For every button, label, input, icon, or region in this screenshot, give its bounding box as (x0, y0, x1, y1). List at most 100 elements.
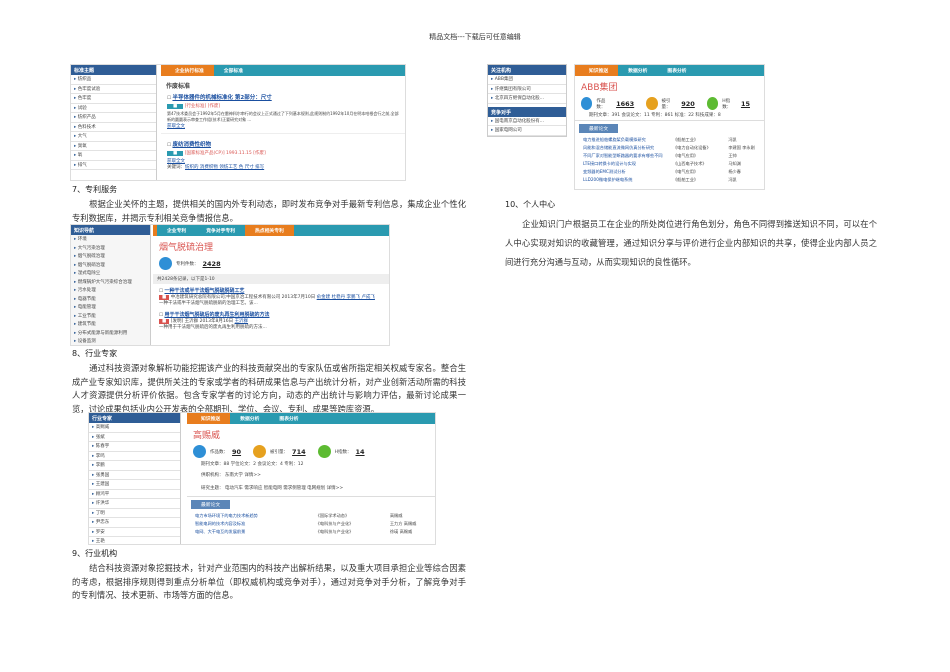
sidebar-item[interactable]: 高赐威 (89, 423, 180, 433)
tab-all-standards[interactable]: 全部标准 (214, 65, 253, 76)
paper-row: LTE接口转换卡的设计与实现 《山西电子技术》 马知渊 (575, 160, 764, 168)
sidebar-item[interactable]: 丁明 (89, 509, 180, 518)
paper-row: 电力推进船舶螺旋桨负载模拟研究 《船舶工业》 冯凯 (575, 136, 764, 144)
sidebar-item[interactable]: 王建国 (89, 480, 180, 490)
sidebar-item[interactable]: 烟气脱硝治理 (71, 261, 150, 270)
paper-title[interactable]: LLD200微电保护继电系统 (583, 177, 673, 183)
sidebar-item[interactable]: 设备监测 (71, 337, 150, 345)
sidebar-item[interactable]: 李鹏 (89, 461, 180, 471)
sidebar-item[interactable]: 北京四方继保自动化股... (488, 94, 566, 104)
tab-knowledge-push[interactable]: 知识推送 (579, 65, 619, 76)
tab-hot-patents[interactable]: 热点相关专利 (245, 225, 294, 236)
standard-item: ☐ 半导体器件的机械标准化 第2部分：尺寸 ■ [行业标准] [作废] 第47技… (167, 95, 399, 129)
tab-enterprise-patents[interactable]: 企业专利 (157, 225, 196, 236)
paper-title[interactable]: 电力市场环境下的电力技术新趋势 (195, 513, 316, 519)
tab-chart-analysis[interactable]: 图表分析 (657, 65, 696, 76)
sidebar-item[interactable]: 排气 (71, 161, 156, 170)
sidebar-item[interactable]: 李鸣 (89, 452, 180, 461)
tab-chart-analysis[interactable]: 图表分析 (269, 413, 308, 424)
tab-knowledge-push[interactable]: 知识推送 (191, 413, 231, 424)
expert-name: 高赐威 (193, 431, 221, 441)
paper-author: 李建国 李永刚 (728, 145, 755, 150)
result-summary: 共2428条记录，以下是1-10 (153, 274, 389, 284)
paper-title[interactable]: 电网、大干电互的发展前景 (195, 529, 316, 535)
tab-enterprise-standards[interactable]: 企业执行标准 (165, 65, 214, 76)
tab-data-analysis[interactable]: 数据分析 (618, 65, 657, 76)
sidebar-item[interactable]: 国电南京自动化股份有... (488, 117, 566, 126)
keywords-label: 关键词： (167, 165, 185, 170)
org-name: ABB集团 (581, 83, 618, 93)
tab-bar: 知识推送 数据分析 图表分析 (187, 413, 435, 424)
works-icon (581, 97, 593, 110)
tab-bar: 知识推送 数据分析 图表分析 (575, 65, 764, 76)
paper-author: 杨少春 (728, 169, 741, 174)
paper-title[interactable]: 智能电网的技术内容及标准 (195, 521, 316, 527)
sidebar-item[interactable]: 氧 (71, 151, 156, 161)
sidebar-item[interactable]: 污水处理 (71, 286, 150, 295)
sidebar-title: 行业专家 (89, 413, 180, 423)
paper-title[interactable]: 变频器的EMC测试分析 (583, 169, 673, 175)
sidebar-title: 知识导航 (71, 225, 150, 235)
keywords[interactable]: 纺织的 消费织物 领纺工艺 色 尺寸 排写 (185, 165, 264, 170)
paper-title[interactable]: LTE接口转换卡的设计与实现 (583, 161, 673, 167)
paper-row: 不同厂家对智能型断路器的要求有哪些不同 《电气应用》 王帅 (575, 152, 764, 160)
sidebar-item[interactable]: 大气污染治理 (71, 244, 150, 253)
sidebar-item[interactable]: 尹忠东 (89, 518, 180, 528)
paper-title[interactable]: 风能和混合储能直流微网仿真分析研究 (583, 145, 673, 151)
paper-journal: 《电科技与产业化》 (315, 521, 354, 526)
sidebar-item[interactable]: 张斌 (89, 433, 180, 442)
paper-row: 电力市场环境下的电力技术新趋势 《国际学术动态》 高赐威 (187, 512, 435, 520)
standard-title[interactable]: 废纺消费性织物 (172, 142, 211, 148)
sidebar-item[interactable]: 许洪华 (89, 499, 180, 509)
sidebar-item[interactable]: 分布式能源与新能源利用 (71, 329, 150, 338)
standard-tag: [国家标准产品(CP)] 1993.11.15 [作废] (184, 151, 266, 156)
sidebar-item[interactable]: 建筑节能 (71, 320, 150, 329)
patents-screenshot: 知识导航 环境大气污染治理烟气脱硫治理烟气脱硝治理湿式电除尘燃煤锅炉大气污染综合… (70, 224, 390, 346)
sidebar-item[interactable]: 燃煤锅炉大气污染综合治理 (71, 278, 150, 287)
patent-item: ☐ 一种干法或半干法烟气脱硫脱硝工艺 ■ 中冶建筑研究总院有限公司;中国京冶工程… (159, 288, 375, 306)
sidebar-item[interactable]: 王艳 (89, 537, 180, 544)
sidebar-item[interactable]: 臭氧 (71, 142, 156, 151)
tab-competitor-patents[interactable]: 竞争对手专利 (196, 225, 245, 236)
paper-row: 智能电网的技术内容及标准 《电科技与产业化》 王力方 高赐威 (187, 520, 435, 528)
chart-icon (646, 97, 658, 110)
sidebar-item[interactable]: 纺织产品 (71, 113, 156, 123)
sidebar-item[interactable]: 试验 (71, 104, 156, 113)
latest-papers-ribbon: 最新论文 (579, 124, 619, 133)
paper-title[interactable]: 不同厂家对智能型断路器的要求有哪些不同 (583, 153, 673, 159)
standard-title[interactable]: 半导体器件的机械标准化 第2部分：尺寸 (172, 95, 271, 101)
sidebar-item[interactable]: 张勇国 (89, 471, 180, 480)
sidebar-item[interactable]: 环境 (71, 235, 150, 244)
experts-screenshot: 行业专家 高赐威张斌陈春宇李鸣李鹏张勇国王建国顾鸿平许洪华丁明尹忠东罗安王艳 知… (88, 412, 436, 545)
standards-screenshot: 标准主题 纺织品色牢度试验色牢度试验纺织产品色料技术大气臭氧氧排气 企业执行标准… (70, 64, 406, 181)
latest-papers-ribbon: 最新论文 (191, 500, 231, 509)
research-topics: 研究主题： 电动汽车 需求响应 智能电网 需求侧管理 电网规划 详情>> (201, 486, 344, 491)
get-fulltext-link[interactable]: 获取全文 (167, 123, 399, 129)
sidebar-item[interactable]: 色料技术 (71, 123, 156, 132)
sidebar-item[interactable]: 陈春宇 (89, 442, 180, 452)
sidebar-item[interactable]: 许继集团有限公司 (488, 85, 566, 94)
sidebar-item[interactable]: 纺织品 (71, 75, 156, 85)
sidebar-item[interactable]: 罗安 (89, 528, 180, 537)
followed-orgs-title: 关注机构 (488, 65, 566, 75)
tab-data-analysis[interactable]: 数据分析 (230, 413, 269, 424)
sidebar-item[interactable]: 烟气脱硫治理 (71, 252, 150, 261)
sidebar-item[interactable]: 湿式电除尘 (71, 269, 150, 278)
sidebar-item[interactable]: 色牢度 (71, 94, 156, 104)
sidebar-item[interactable]: 电能管理 (71, 303, 150, 312)
paper-title[interactable]: 电力推进船舶螺旋桨负载模拟研究 (583, 137, 673, 143)
section-10-heading: 10、个人中心 (505, 200, 556, 209)
paper-author: 马知渊 (728, 161, 741, 166)
sidebar-item[interactable]: 顾鸿平 (89, 490, 180, 499)
sidebar-item[interactable]: 工业节能 (71, 312, 150, 321)
sidebar-item[interactable]: ABB集团 (488, 75, 566, 85)
sidebar-item[interactable]: 色牢度试验 (71, 85, 156, 94)
sidebar-item[interactable]: 电器节能 (71, 295, 150, 304)
paper-author: 冯凯 (728, 137, 737, 142)
paper-journal: 《船舶工业》 (672, 177, 699, 182)
paper-journal: 《电气应用》 (672, 153, 699, 158)
experts-sidebar: 行业专家 高赐威张斌陈春宇李鸣李鹏张勇国王建国顾鸿平许洪华丁明尹忠东罗安王艳 (89, 413, 181, 544)
sidebar-item[interactable]: 大气 (71, 132, 156, 142)
sidebar-item[interactable]: 国家电网公司 (488, 126, 566, 136)
paper-author: 王力方 高赐威 (389, 521, 417, 526)
